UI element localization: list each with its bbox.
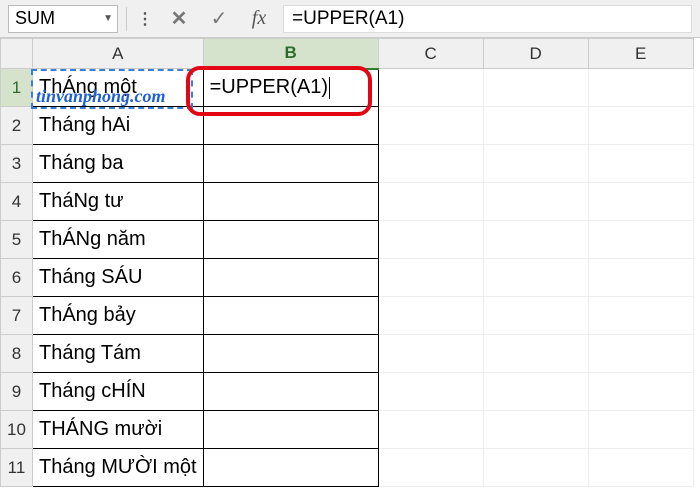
formula-input[interactable]: =UPPER(A1) [283,5,692,33]
row-header-2[interactable]: 2 [1,107,33,145]
row-header-3[interactable]: 3 [1,145,33,183]
text-cursor [329,77,330,99]
cell-B6[interactable] [203,259,378,297]
cell-B5[interactable] [203,221,378,259]
row-header-1[interactable]: 1 [1,69,33,107]
row-5: 5ThÁNg năm [1,221,694,259]
cell-C10[interactable] [378,411,483,449]
formula-bar: SUM ▼ ⋮ ✕ ✓ fx =UPPER(A1) [0,0,700,38]
cell-D11[interactable] [483,449,588,487]
row-header-11[interactable]: 11 [1,449,33,487]
spreadsheet-area: tinvanphong.com A B C D E 1ThÁng một=UPP… [0,38,700,487]
col-header-E[interactable]: E [588,39,693,69]
cell-E6[interactable] [588,259,693,297]
name-box[interactable]: SUM ▼ [8,5,118,33]
cell-C1[interactable] [378,69,483,107]
cell-C4[interactable] [378,183,483,221]
cell-A9[interactable]: Tháng cHÍN [33,373,204,411]
cell-C2[interactable] [378,107,483,145]
cell-D3[interactable] [483,145,588,183]
cell-C7[interactable] [378,297,483,335]
column-header-row: A B C D E [1,39,694,69]
cell-C11[interactable] [378,449,483,487]
cell-E7[interactable] [588,297,693,335]
col-header-B[interactable]: B [203,39,378,69]
editing-text: =UPPER(A1) [210,76,328,98]
name-box-dropdown-icon[interactable]: ▼ [103,13,113,24]
name-box-value: SUM [15,8,55,29]
cell-D7[interactable] [483,297,588,335]
select-all-corner[interactable] [1,39,33,69]
cell-A2[interactable]: Tháng hAi [33,107,204,145]
cell-E2[interactable] [588,107,693,145]
cell-E10[interactable] [588,411,693,449]
cell-E1[interactable] [588,69,693,107]
cell-C5[interactable] [378,221,483,259]
row-4: 4TháNg tư [1,183,694,221]
cell-B11[interactable] [203,449,378,487]
watermark-text: tinvanphong.com [36,86,166,107]
expand-icon[interactable]: ⋮ [135,9,155,29]
cell-B8[interactable] [203,335,378,373]
formula-text: =UPPER(A1) [292,8,404,30]
cell-E8[interactable] [588,335,693,373]
cell-A5[interactable]: ThÁNg năm [33,221,204,259]
cell-E9[interactable] [588,373,693,411]
cell-E4[interactable] [588,183,693,221]
separator [126,7,127,31]
cell-C8[interactable] [378,335,483,373]
row-11: 11Tháng MƯỜI một [1,449,694,487]
row-header-9[interactable]: 9 [1,373,33,411]
cancel-icon[interactable]: ✕ [163,5,195,33]
row-9: 9Tháng cHÍN [1,373,694,411]
col-header-D[interactable]: D [483,39,588,69]
cell-B4[interactable] [203,183,378,221]
cell-A7[interactable]: ThÁng bảy [33,297,204,335]
row-3: 3Tháng ba [1,145,694,183]
cell-C9[interactable] [378,373,483,411]
row-2: 2Tháng hAi [1,107,694,145]
cell-B2[interactable] [203,107,378,145]
cell-D5[interactable] [483,221,588,259]
cell-D6[interactable] [483,259,588,297]
cell-B7[interactable] [203,297,378,335]
cell-A10[interactable]: THÁNG mười [33,411,204,449]
row-8: 8Tháng Tám [1,335,694,373]
cell-A8[interactable]: Tháng Tám [33,335,204,373]
cell-E11[interactable] [588,449,693,487]
cell-A6[interactable]: Tháng SÁU [33,259,204,297]
row-header-8[interactable]: 8 [1,335,33,373]
cell-B10[interactable] [203,411,378,449]
cell-B1[interactable]: =UPPER(A1) [203,69,378,107]
cell-B3[interactable] [203,145,378,183]
cell-C3[interactable] [378,145,483,183]
row-6: 6Tháng SÁU [1,259,694,297]
row-header-10[interactable]: 10 [1,411,33,449]
cell-E5[interactable] [588,221,693,259]
cell-A3[interactable]: Tháng ba [33,145,204,183]
row-header-5[interactable]: 5 [1,221,33,259]
cell-D9[interactable] [483,373,588,411]
cell-B9[interactable] [203,373,378,411]
col-header-A[interactable]: A [33,39,204,69]
enter-icon[interactable]: ✓ [203,5,235,33]
cell-D10[interactable] [483,411,588,449]
cell-E3[interactable] [588,145,693,183]
col-header-C[interactable]: C [378,39,483,69]
row-7: 7ThÁng bảy [1,297,694,335]
cell-A4[interactable]: TháNg tư [33,183,204,221]
cell-D8[interactable] [483,335,588,373]
cell-D4[interactable] [483,183,588,221]
row-header-6[interactable]: 6 [1,259,33,297]
row-header-7[interactable]: 7 [1,297,33,335]
row-header-4[interactable]: 4 [1,183,33,221]
cell-C6[interactable] [378,259,483,297]
cell-D2[interactable] [483,107,588,145]
row-10: 10THÁNG mười [1,411,694,449]
cell-A11[interactable]: Tháng MƯỜI một [33,449,204,487]
fx-icon[interactable]: fx [243,5,275,33]
cell-D1[interactable] [483,69,588,107]
